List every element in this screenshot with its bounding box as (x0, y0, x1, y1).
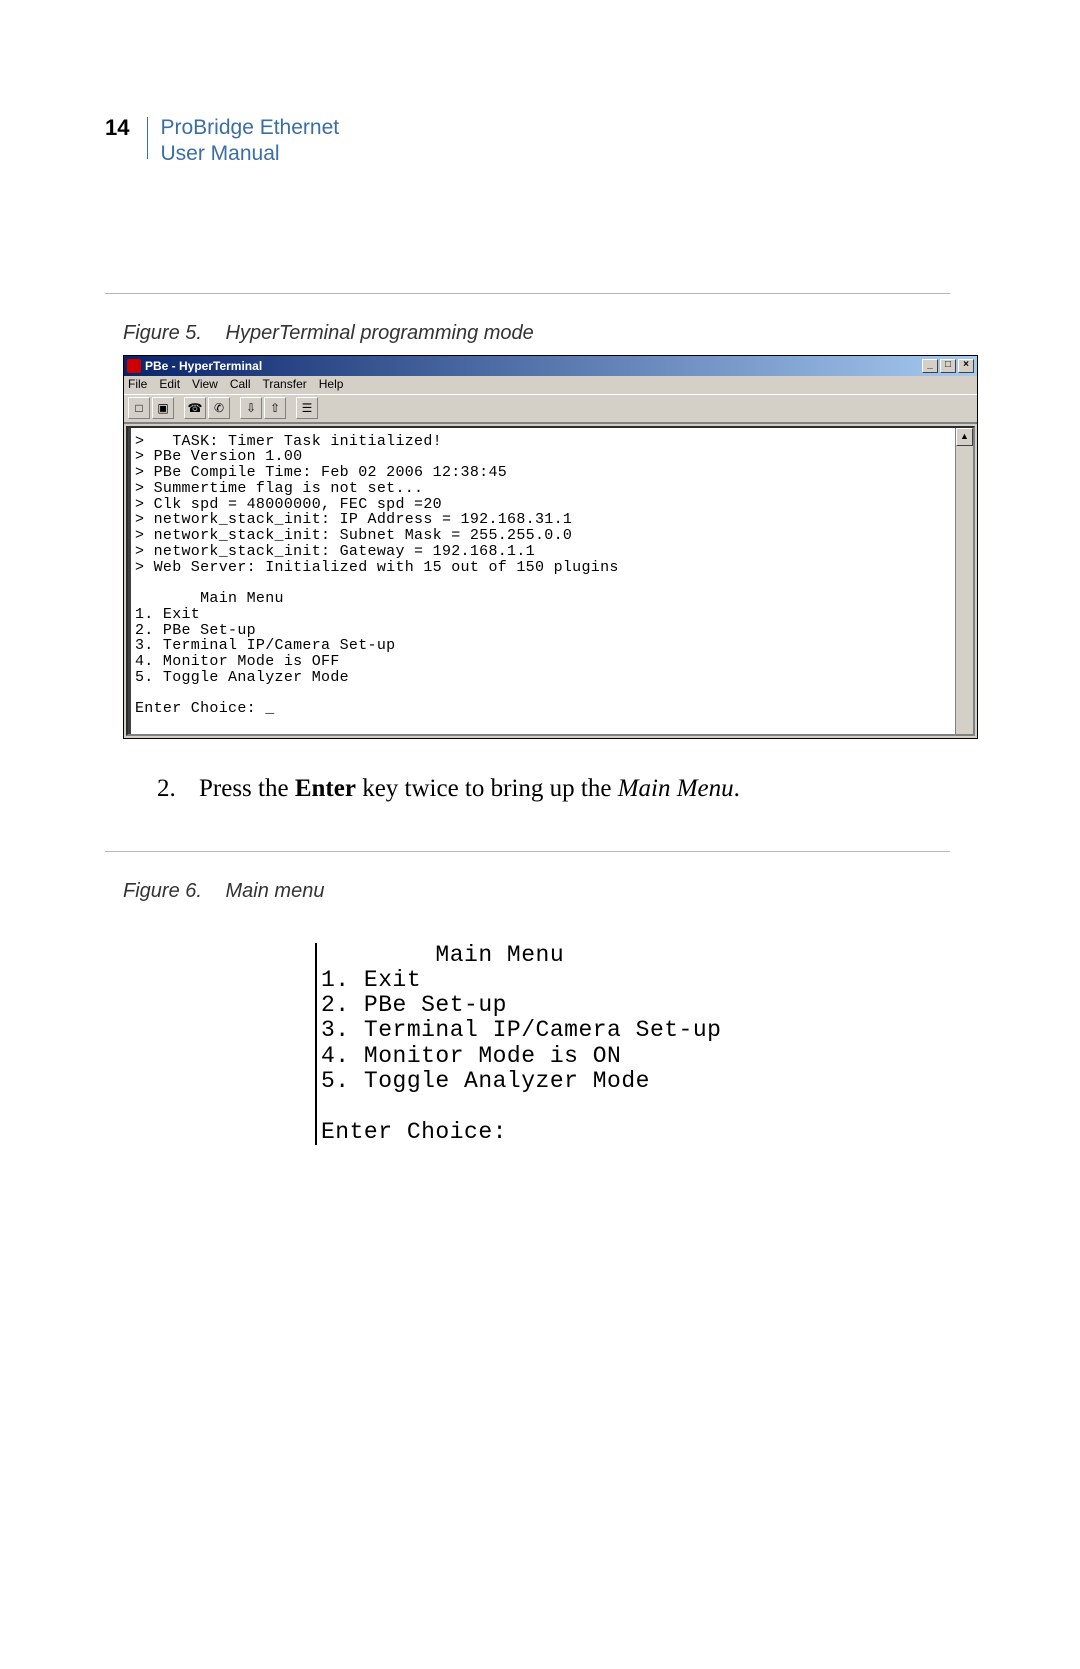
properties-icon[interactable]: ☰ (296, 397, 318, 419)
figure6-caption: Figure 6. Main menu (123, 880, 950, 903)
menu-edit[interactable]: Edit (159, 377, 180, 393)
window-title: PBe - HyperTerminal (145, 359, 262, 373)
minimize-button[interactable]: _ (922, 359, 938, 373)
doc-title-line2: User Manual (160, 141, 339, 167)
header-title: ProBridge Ethernet User Manual (160, 115, 339, 168)
figure5-text: HyperTerminal programming mode (226, 322, 534, 344)
header-divider (147, 117, 148, 159)
step-text: Press the Enter key twice to bring up th… (199, 775, 740, 803)
menubar: File Edit View Call Transfer Help (124, 376, 977, 394)
figure5-caption: Figure 5. HyperTerminal programming mode (123, 322, 950, 345)
menu-transfer[interactable]: Transfer (263, 377, 307, 393)
open-file-icon[interactable]: ▣ (152, 397, 174, 419)
main-menu-figure: Main Menu 1. Exit 2. PBe Set-up 3. Termi… (315, 943, 950, 1145)
terminal-area: > TASK: Timer Task initialized! > PBe Ve… (126, 426, 975, 736)
page-header: 14 ProBridge Ethernet User Manual (105, 115, 950, 168)
page-number: 14 (105, 115, 129, 141)
toolbar: □ ▣ ☎ ✆ ⇩ ⇧ ☰ (124, 394, 977, 424)
figure6-text: Main menu (226, 880, 325, 902)
menu-view[interactable]: View (192, 377, 218, 393)
divider (105, 293, 950, 294)
connect-icon[interactable]: ☎ (184, 397, 206, 419)
send-icon[interactable]: ⇩ (240, 397, 262, 419)
maximize-button[interactable]: □ (940, 359, 956, 373)
menu-file[interactable]: File (128, 377, 147, 393)
enter-key-text: Enter (295, 775, 356, 802)
step-2: 2. Press the Enter key twice to bring up… (157, 775, 950, 803)
app-icon (127, 359, 141, 373)
doc-title-line1: ProBridge Ethernet (160, 115, 339, 141)
window-titlebar[interactable]: PBe - HyperTerminal _ □ × (124, 356, 977, 376)
hyperterminal-window: PBe - HyperTerminal _ □ × File Edit View… (123, 355, 978, 739)
main-menu-ref: Main Menu (618, 775, 734, 802)
terminal-output[interactable]: > TASK: Timer Task initialized! > PBe Ve… (128, 428, 955, 734)
divider (105, 851, 950, 852)
close-button[interactable]: × (958, 359, 974, 373)
receive-icon[interactable]: ⇧ (264, 397, 286, 419)
scroll-up-button[interactable]: ▲ (956, 428, 973, 446)
menu-call[interactable]: Call (230, 377, 251, 393)
vertical-scrollbar[interactable]: ▲ (955, 428, 973, 734)
menu-help[interactable]: Help (319, 377, 344, 393)
figure6-label: Figure 6. (123, 880, 202, 902)
figure5-label: Figure 5. (123, 322, 202, 344)
disconnect-icon[interactable]: ✆ (208, 397, 230, 419)
new-file-icon[interactable]: □ (128, 397, 150, 419)
step-number: 2. (157, 775, 199, 803)
